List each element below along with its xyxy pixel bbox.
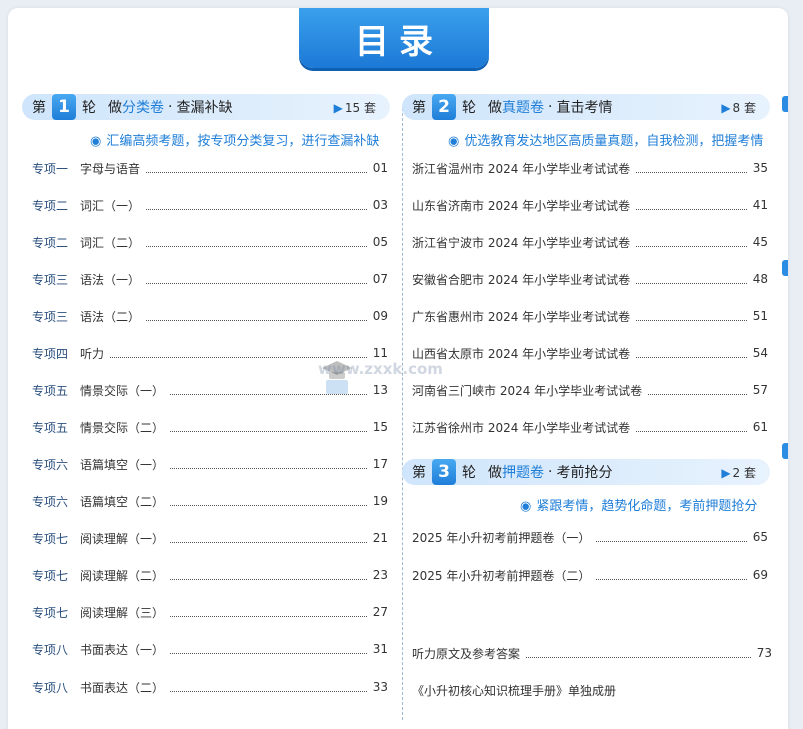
toc-row[interactable]: 专项五 情景交际（二） 15 [32,418,388,436]
toc-row[interactable]: 江苏省徐州市 2024 年小学毕业考试试卷 61 [412,418,768,436]
side-edge-marker [782,443,788,459]
round-suffix: 轮 [82,100,96,116]
toc-row[interactable]: 广东省惠州市 2024 年小学毕业考试试卷 51 [412,307,768,325]
round-3-subtitle: ◉ 紧跟考情，趋势化命题，考前押题抢分 [520,499,758,514]
side-edge-marker [782,260,788,276]
toc-row[interactable]: 专项七 阅读理解（三） 27 [32,603,388,621]
play-triangle-icon: ▶ [721,465,731,480]
round-count: ▶ 8 套 [721,100,756,115]
toc-row[interactable]: 专项七 阅读理解（二） 23 [32,566,388,584]
toc-row[interactable]: 专项八 书面表达（二） 33 [32,678,388,696]
target-bullet-icon: ◉ [520,499,532,514]
target-bullet-icon: ◉ [90,134,102,149]
round-tail: 查漏补缺 [176,100,233,116]
toc-row[interactable]: 专项二 词汇（一） 03 [32,196,388,214]
toc-row[interactable]: 河南省三门峡市 2024 年小学毕业考试试卷 57 [412,381,768,399]
toc-row[interactable]: 专项六 语篇填空（二） 19 [32,492,388,510]
toc-row[interactable]: 专项八 书面表达（一） 31 [32,640,388,658]
toc-row[interactable]: 浙江省宁波市 2024 年小学毕业考试试卷 45 [412,233,768,251]
round-separator: · [168,99,173,115]
title-tab: 目录 [299,8,489,68]
round-number: 1 [52,94,76,120]
round-2-header: 第 2 轮 做 真题卷 · 直击考情 ▶ 8 套 [402,94,770,120]
round-number: 2 [432,94,456,120]
round-count: ▶ 15 套 [333,100,376,115]
toc-row[interactable]: 山东省济南市 2024 年小学毕业考试试卷 41 [412,196,768,214]
round-highlight: 分类卷 [122,100,164,116]
toc-row[interactable]: 专项二 词汇（二） 05 [32,233,388,251]
round-1-subtitle: ◉ 汇编高频考题，按专项分类复习，进行查漏补缺 [90,134,380,149]
round-count: ▶ 2 套 [721,465,756,480]
round-3-header: 第 3 轮 做 押题卷 · 考前抢分 ▶ 2 套 [402,459,770,485]
column-divider [402,108,403,720]
footnote: 《小升初核心知识梳理手册》单独成册 [412,684,617,698]
round-do: 做 [108,100,122,116]
side-edge-marker [782,96,788,112]
play-triangle-icon: ▶ [333,100,343,115]
appendix-row[interactable]: 听力原文及参考答案 73 [412,644,772,662]
play-triangle-icon: ▶ [721,100,731,115]
toc-row[interactable]: 专项七 阅读理解（一） 21 [32,529,388,547]
toc-row[interactable]: 2025 年小升初考前押题卷（二） 69 [412,566,768,584]
toc-row[interactable]: 安徽省合肥市 2024 年小学毕业考试试卷 48 [412,270,768,288]
toc-row[interactable]: 专项一 字母与语音 01 [32,159,388,177]
toc-row[interactable]: 专项三 语法（一） 07 [32,270,388,288]
round-prefix: 第 [32,100,46,116]
target-bullet-icon: ◉ [448,134,460,149]
toc-row[interactable]: 专项六 语篇填空（一） 17 [32,455,388,473]
toc-row[interactable]: 山西省太原市 2024 年小学毕业考试试卷 54 [412,344,768,362]
round-2-subtitle: ◉ 优选教育发达地区高质量真题，自我检测，把握考情 [448,134,764,149]
toc-row[interactable]: 专项三 语法（二） 09 [32,307,388,325]
page-title: 目录 [355,21,443,62]
toc-row[interactable]: 2025 年小升初考前押题卷（一） 65 [412,528,768,546]
round-number: 3 [432,459,456,485]
watermark-text: www.zxxk.com [318,360,443,378]
toc-row[interactable]: 浙江省温州市 2024 年小学毕业考试试卷 35 [412,159,768,177]
toc-page: 目录 第 1 轮 做 分类卷 · 查漏补缺 ▶ 15 套 ◉ 汇编高频考题，按专项分… [8,8,788,729]
round-1-header: 第 1 轮 做 分类卷 · 查漏补缺 ▶ 15 套 [22,94,390,120]
